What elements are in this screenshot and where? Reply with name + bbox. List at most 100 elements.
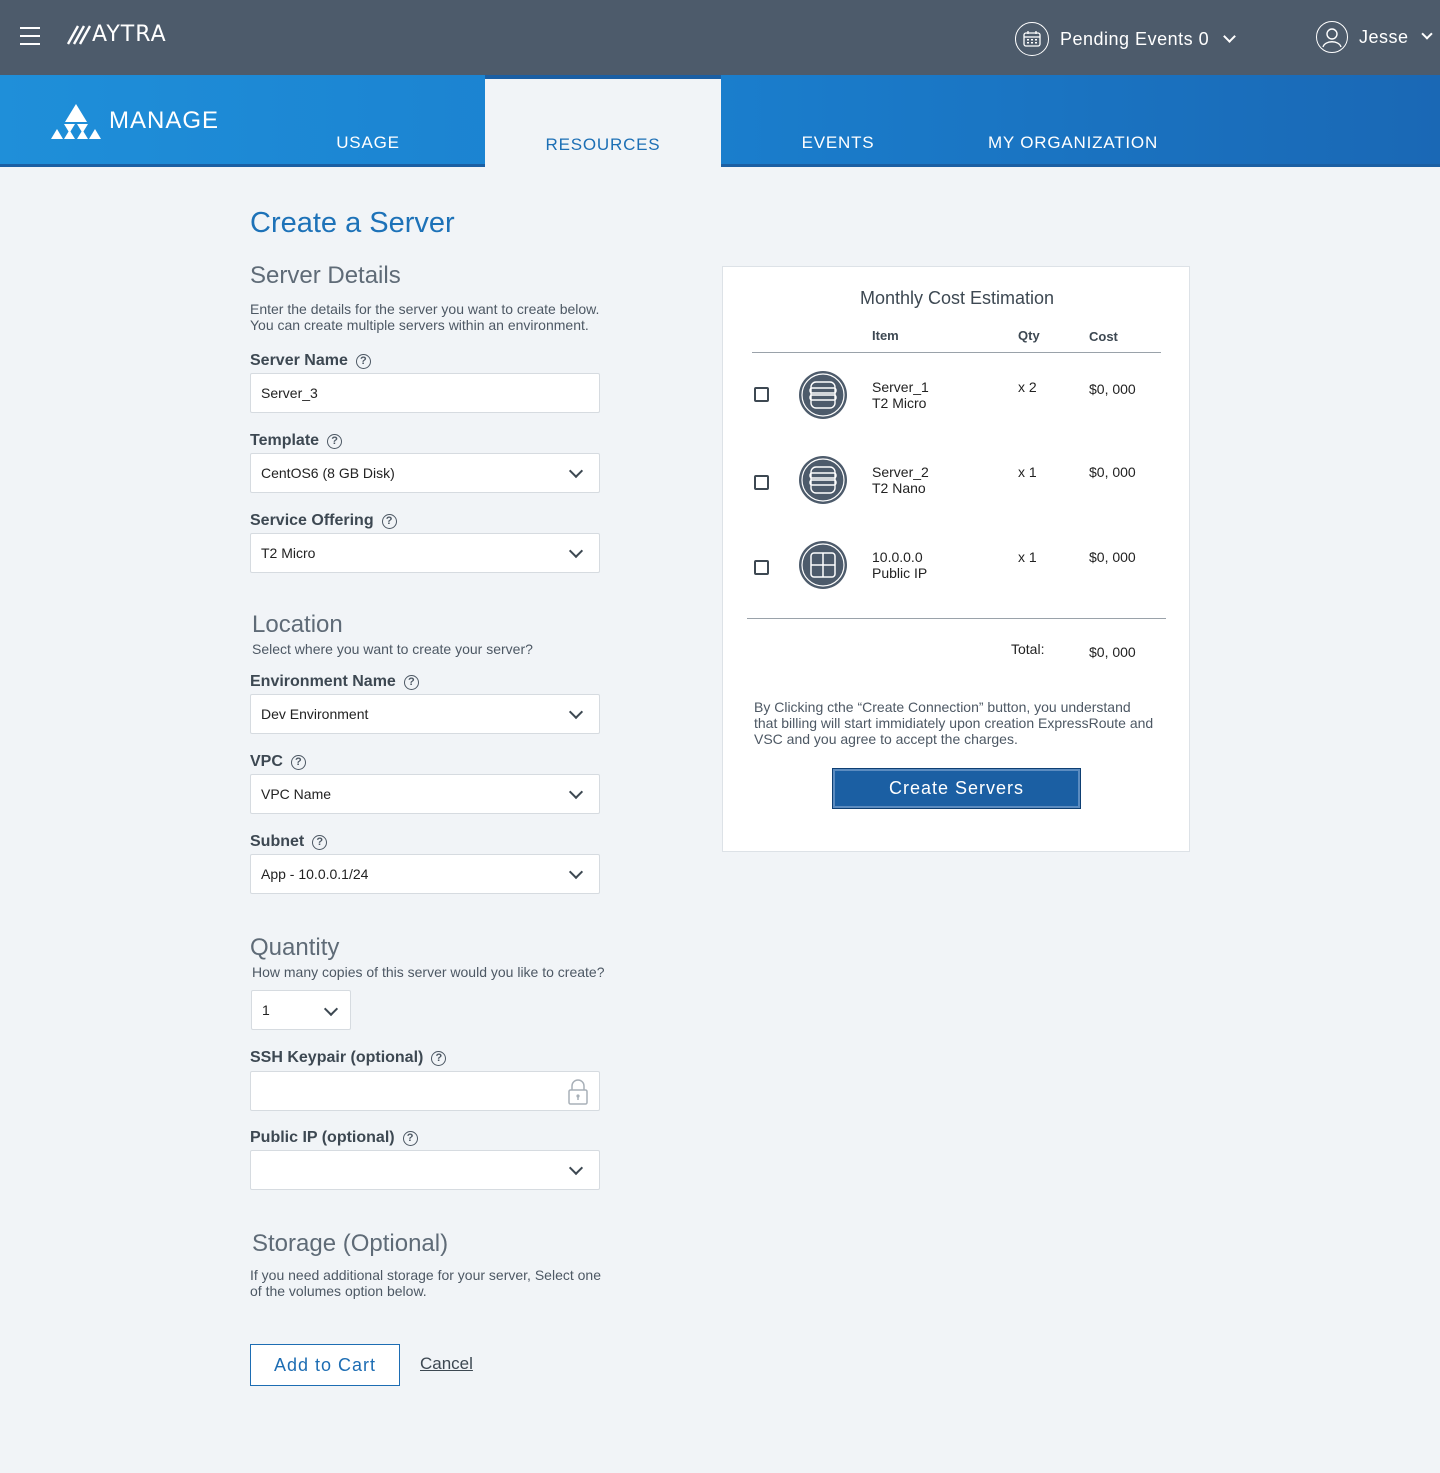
user-avatar-icon	[1316, 21, 1348, 53]
cost-row-subtitle: T2 Nano	[872, 480, 926, 496]
ssh-keypair-input[interactable]	[250, 1071, 600, 1111]
cost-row-name: 10.0.0.0 Public IP	[872, 549, 927, 581]
chevron-down-icon	[568, 864, 584, 880]
aytra-mark-icon	[66, 24, 92, 45]
environment-value: Dev Environment	[261, 706, 369, 722]
cost-row-qty: x 2	[1018, 379, 1037, 395]
tab-usage[interactable]: USAGE	[250, 75, 486, 167]
billing-disclaimer: By Clicking cthe “Create Connection” but…	[754, 699, 1154, 747]
chevron-down-icon	[568, 1160, 584, 1176]
tab-resources[interactable]: RESOURCES	[485, 75, 721, 167]
help-icon[interactable]: ?	[355, 353, 371, 369]
cost-row-qty: x 1	[1018, 464, 1037, 480]
cost-row-cost: $0, 000	[1089, 381, 1136, 397]
public-ip-label: Public IP (optional) ?	[250, 1129, 418, 1147]
column-header-qty: Qty	[1018, 328, 1040, 343]
help-icon[interactable]: ?	[290, 754, 306, 770]
cost-row-qty: x 1	[1018, 549, 1037, 565]
column-header-item: Item	[872, 328, 899, 343]
help-icon[interactable]: ?	[327, 433, 343, 449]
manage-label: MANAGE	[109, 107, 220, 134]
server-details-description: Enter the details for the server you wan…	[250, 301, 599, 333]
column-header-cost: Cost	[1089, 329, 1118, 344]
total-divider	[747, 618, 1166, 619]
row-checkbox[interactable]	[754, 475, 769, 490]
network-grid-icon	[799, 541, 847, 589]
template-label-text: Template	[250, 432, 320, 449]
storage-desc-line1: If you need additional storage for your …	[250, 1267, 601, 1283]
location-description: Select where you want to create your ser…	[252, 641, 533, 657]
quantity-title: Quantity	[250, 934, 340, 961]
header-divider	[752, 352, 1161, 353]
template-select[interactable]: CentOS6 (8 GB Disk)	[250, 453, 600, 493]
total-label: Total:	[1011, 641, 1045, 657]
brand-name: AYTRA	[92, 22, 167, 47]
chevron-down-icon	[568, 543, 584, 559]
template-label: Template ?	[250, 432, 343, 450]
vpc-label-text: VPC	[250, 753, 283, 770]
chevron-down-icon	[323, 1001, 339, 1017]
server-details-title: Server Details	[250, 262, 401, 289]
environment-name-label-text: Environment Name	[250, 673, 396, 690]
tab-events[interactable]: EVENTS	[720, 75, 956, 167]
hamburger-menu-icon[interactable]	[20, 27, 40, 47]
cancel-link[interactable]: Cancel	[420, 1354, 473, 1374]
template-value: CentOS6 (8 GB Disk)	[261, 465, 395, 481]
chevron-down-icon	[1420, 28, 1433, 40]
public-ip-select[interactable]	[250, 1150, 600, 1190]
quantity-select[interactable]: 1	[251, 990, 351, 1030]
service-offering-label-text: Service Offering	[250, 512, 374, 529]
chevron-down-icon	[1223, 29, 1236, 43]
cost-row-cost: $0, 000	[1089, 464, 1136, 480]
help-icon[interactable]: ?	[431, 1050, 447, 1066]
lock-icon	[568, 1079, 588, 1105]
service-offering-value: T2 Micro	[261, 545, 316, 561]
pending-events-dropdown[interactable]: Pending Events 0	[1015, 22, 1236, 56]
server-icon	[799, 456, 847, 504]
help-icon[interactable]: ?	[403, 674, 419, 690]
chevron-down-icon	[568, 463, 584, 479]
server-name-label: Server Name ?	[250, 352, 371, 370]
environment-select[interactable]: Dev Environment	[250, 694, 600, 734]
add-to-cart-button[interactable]: Add to Cart	[250, 1344, 400, 1386]
cost-row-name: Server_2 T2 Nano	[872, 464, 929, 496]
row-checkbox[interactable]	[754, 387, 769, 402]
brand-logo[interactable]: AYTRA	[66, 22, 167, 47]
vpc-select[interactable]: VPC Name	[250, 774, 600, 814]
main-navigation: MANAGE USAGE RESOURCES EVENTS MY ORGANIZ…	[0, 75, 1440, 167]
total-value: $0, 000	[1089, 644, 1136, 660]
user-menu[interactable]: Jesse	[1316, 21, 1433, 53]
manage-logo-icon	[51, 104, 101, 139]
cost-row-title: 10.0.0.0	[872, 549, 923, 565]
server-name-input[interactable]: Server_3	[250, 373, 600, 413]
help-icon[interactable]: ?	[381, 513, 397, 529]
page-title: Create a Server	[250, 207, 455, 239]
help-icon[interactable]: ?	[402, 1130, 418, 1146]
create-servers-button[interactable]: Create Servers	[832, 768, 1081, 809]
server-name-label-text: Server Name	[250, 352, 348, 369]
cost-row-subtitle: T2 Micro	[872, 395, 927, 411]
chevron-down-icon	[568, 704, 584, 720]
storage-desc-line2: of the volumes option below.	[250, 1283, 427, 1299]
row-checkbox[interactable]	[754, 560, 769, 575]
storage-description: If you need additional storage for your …	[250, 1267, 601, 1299]
ssh-keypair-label-text: SSH Keypair (optional)	[250, 1049, 424, 1066]
quantity-description: How many copies of this server would you…	[252, 964, 605, 980]
vpc-value: VPC Name	[261, 786, 332, 802]
subnet-select[interactable]: App - 10.0.0.1/24	[250, 854, 600, 894]
manage-section-title: MANAGE	[51, 102, 219, 140]
cost-row-subtitle: Public IP	[872, 565, 928, 581]
ssh-keypair-label: SSH Keypair (optional) ?	[250, 1049, 447, 1067]
pending-events-label: Pending Events 0	[1060, 28, 1210, 49]
cost-estimation-panel: Monthly Cost Estimation Item Qty Cost Se…	[722, 266, 1190, 852]
server-details-desc-line1: Enter the details for the server you wan…	[250, 301, 600, 317]
tab-my-organization[interactable]: MY ORGANIZATION	[955, 75, 1191, 167]
top-bar: AYTRA Pending Events 0 Jesse	[0, 0, 1440, 75]
chevron-down-icon	[568, 784, 584, 800]
public-ip-label-text: Public IP (optional)	[250, 1129, 395, 1146]
service-offering-select[interactable]: T2 Micro	[250, 533, 600, 573]
cost-row-cost: $0, 000	[1089, 549, 1136, 565]
storage-title: Storage (Optional)	[252, 1230, 449, 1257]
help-icon[interactable]: ?	[312, 834, 328, 850]
location-title: Location	[252, 611, 343, 638]
